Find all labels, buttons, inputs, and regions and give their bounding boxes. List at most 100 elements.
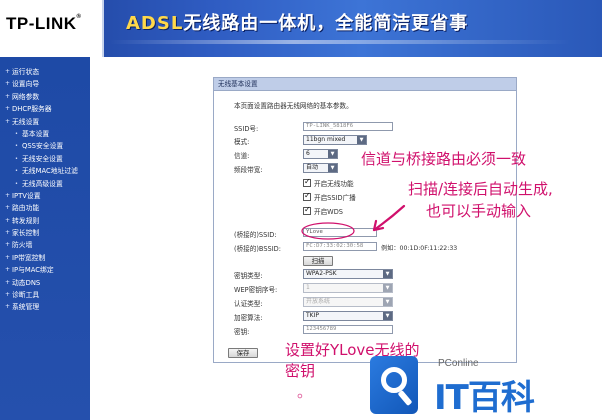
sidebar-item[interactable]: + 防火墙 <box>0 239 90 251</box>
sidebar-item-label: IP带宽控制 <box>12 253 46 262</box>
sidebar-item-label: 系统管理 <box>12 303 40 312</box>
sidebar-item-label: IPTV设置 <box>12 191 41 200</box>
bullet-icon: + <box>5 105 11 113</box>
bridge-ssid-label: (桥接的)SSID: <box>234 231 277 239</box>
sidebar-item-label: 无线MAC地址过滤 <box>22 167 78 176</box>
sidebar-item-label: 路由功能 <box>12 204 40 213</box>
password-label: 密钥: <box>234 328 250 336</box>
sidebar-item-label: 基本设置 <box>22 129 50 138</box>
bullet-icon: + <box>5 68 11 75</box>
bullet-icon: + <box>5 80 11 88</box>
ssid-input[interactable]: TP-LINK_5818F6 <box>303 122 393 131</box>
highlight-circle-icon <box>301 222 355 240</box>
wep-index-label: WEP密钥序号: <box>234 286 278 294</box>
sidebar-item-label: 无线安全设置 <box>22 154 63 163</box>
sidebar-item[interactable]: + IPTV设置 <box>0 190 90 202</box>
enable-ssid-broadcast-checkbox[interactable]: 开启SSID广播 <box>303 191 356 202</box>
watermark-brand: IT百科 <box>434 378 535 418</box>
panel-title: 无线基本设置 <box>214 78 516 91</box>
bridge-bssid-label: (桥接的)BSSID: <box>234 245 281 253</box>
sidebar-item[interactable]: + IP与MAC绑定 <box>0 264 90 276</box>
password-input[interactable]: 123456789 <box>303 325 393 334</box>
sidebar-item[interactable]: + 系统管理 <box>0 301 90 313</box>
chevron-down-icon: ▼ <box>383 312 392 320</box>
panel-description: 本页面设置路由器无线网络的基本参数。 <box>234 102 353 110</box>
scan-button[interactable]: 扫描 <box>303 256 333 266</box>
bullet-icon: + <box>5 303 11 311</box>
sidebar-list: + 运行状态 + 设置向导 + 网络参数 + DHCP服务器 + 无线设置 • 基本设置 • QSS安全设… <box>0 57 90 314</box>
tp-link-logo: TP-LINK® <box>6 14 82 33</box>
bssid-example: 例如：00:1D:0F:11:22:33 <box>381 245 458 252</box>
bullet-icon: + <box>5 241 11 249</box>
annotation-channel: 信道与桥接路由必须一致 <box>361 150 527 168</box>
sidebar-item[interactable]: + 转发规则 <box>0 215 90 227</box>
sidebar-item[interactable]: + 运行状态 <box>0 66 90 78</box>
sidebar-item[interactable]: + DHCP服务器 <box>0 103 90 115</box>
sidebar-item-label: 转发规则 <box>12 216 40 225</box>
save-button[interactable]: 保存 <box>228 348 258 358</box>
channel-select[interactable]: 6 ▼ <box>303 149 338 159</box>
sidebar-item[interactable]: + 路由功能 <box>0 202 90 214</box>
banner-adsl: ADSL <box>126 13 184 34</box>
sidebar-item[interactable]: • 无线安全设置 <box>0 153 90 165</box>
bullet-icon: + <box>5 229 11 237</box>
annotation-manual: 也可以手动输入 <box>426 202 532 220</box>
sidebar-item[interactable]: • 无线MAC地址过滤 <box>0 165 90 177</box>
ssid-label: SSID号: <box>234 125 259 133</box>
sidebar-item[interactable]: + 无线设置 <box>0 116 90 128</box>
pointer-arrow-icon <box>372 204 406 232</box>
sidebar-item[interactable]: + 网络参数 <box>0 91 90 103</box>
banner-slogan: ADSL无线路由一体机，全能简洁更省事 <box>126 9 468 35</box>
mode-select[interactable]: 11bgn mixed ▼ <box>303 135 367 145</box>
auth-type-select[interactable]: 开放系统 ▼ <box>303 297 393 307</box>
enable-wds-checkbox[interactable]: 开启WDS <box>303 205 343 216</box>
sidebar-item[interactable]: • QSS安全设置 <box>0 140 90 152</box>
channel-label: 信道: <box>234 152 250 160</box>
sidebar-item-label: IP与MAC绑定 <box>12 266 54 275</box>
sidebar-item-label: QSS安全设置 <box>22 142 64 151</box>
mode-label: 模式: <box>234 138 250 146</box>
sidebar-item-label: 网络参数 <box>12 92 40 101</box>
sidebar-item-label: 防火墙 <box>12 241 33 250</box>
chevron-down-icon: ▼ <box>383 298 392 306</box>
bullet-icon: + <box>5 291 11 299</box>
sidebar-item[interactable]: • 基本设置 <box>0 128 90 140</box>
annotation-scan: 扫描/连接后自动生成, <box>408 180 553 198</box>
sidebar-item-label: 动态DNS <box>12 278 41 287</box>
key-type-label: 密钥类型: <box>234 272 263 280</box>
bullet-icon: + <box>5 92 11 100</box>
sidebar-item[interactable]: + 设置向导 <box>0 78 90 90</box>
sidebar-item-label: 无线设置 <box>12 117 40 126</box>
sidebar-item[interactable]: + 家长控制 <box>0 227 90 239</box>
sidebar-item[interactable]: + 动态DNS <box>0 277 90 289</box>
sidebar-item[interactable]: + 诊断工具 <box>0 289 90 301</box>
header-banner: TP-LINK® ADSL无线路由一体机，全能简洁更省事 <box>0 0 602 57</box>
bullet-icon: + <box>5 278 11 286</box>
chevron-down-icon: ▼ <box>357 136 366 144</box>
annotation-key-2: 密钥 <box>285 362 316 380</box>
bullet-icon: + <box>5 216 11 224</box>
encryption-label: 加密算法: <box>234 314 263 322</box>
checkbox-checked-icon <box>303 191 311 201</box>
checkbox-checked-icon <box>303 177 311 187</box>
key-type-select[interactable]: WPA2-PSK ▼ <box>303 269 393 279</box>
magnifier-logo-icon <box>370 356 418 414</box>
enable-wireless-checkbox[interactable]: 开启无线功能 <box>303 177 354 188</box>
sidebar-item[interactable]: • 无线高级设置 <box>0 178 90 190</box>
sidebar-item-label: 家长控制 <box>12 229 40 238</box>
sidebar-item-label: DHCP服务器 <box>12 105 52 114</box>
annotation-key-3: 。 <box>297 383 313 401</box>
wep-index-select[interactable]: 1 ▼ <box>303 283 393 293</box>
sub-bullet-icon: • <box>15 155 18 162</box>
chevron-down-icon: ▼ <box>328 164 337 172</box>
bullet-icon: + <box>5 117 11 125</box>
sidebar-item[interactable]: + IP带宽控制 <box>0 252 90 264</box>
watermark-site: PConline <box>438 358 479 369</box>
bridge-bssid-input[interactable]: FC:D7:33:02:30:58 <box>303 242 377 251</box>
encryption-select[interactable]: TKIP ▼ <box>303 311 393 321</box>
logo-area: TP-LINK® <box>0 0 104 57</box>
sidebar-nav: + 运行状态 + 设置向导 + 网络参数 + DHCP服务器 + 无线设置 • 基本设置 • QSS安全设… <box>0 57 90 420</box>
chevron-down-icon: ▼ <box>383 284 392 292</box>
bullet-icon: + <box>5 266 11 274</box>
bandwidth-select[interactable]: 自动 ▼ <box>303 163 338 173</box>
